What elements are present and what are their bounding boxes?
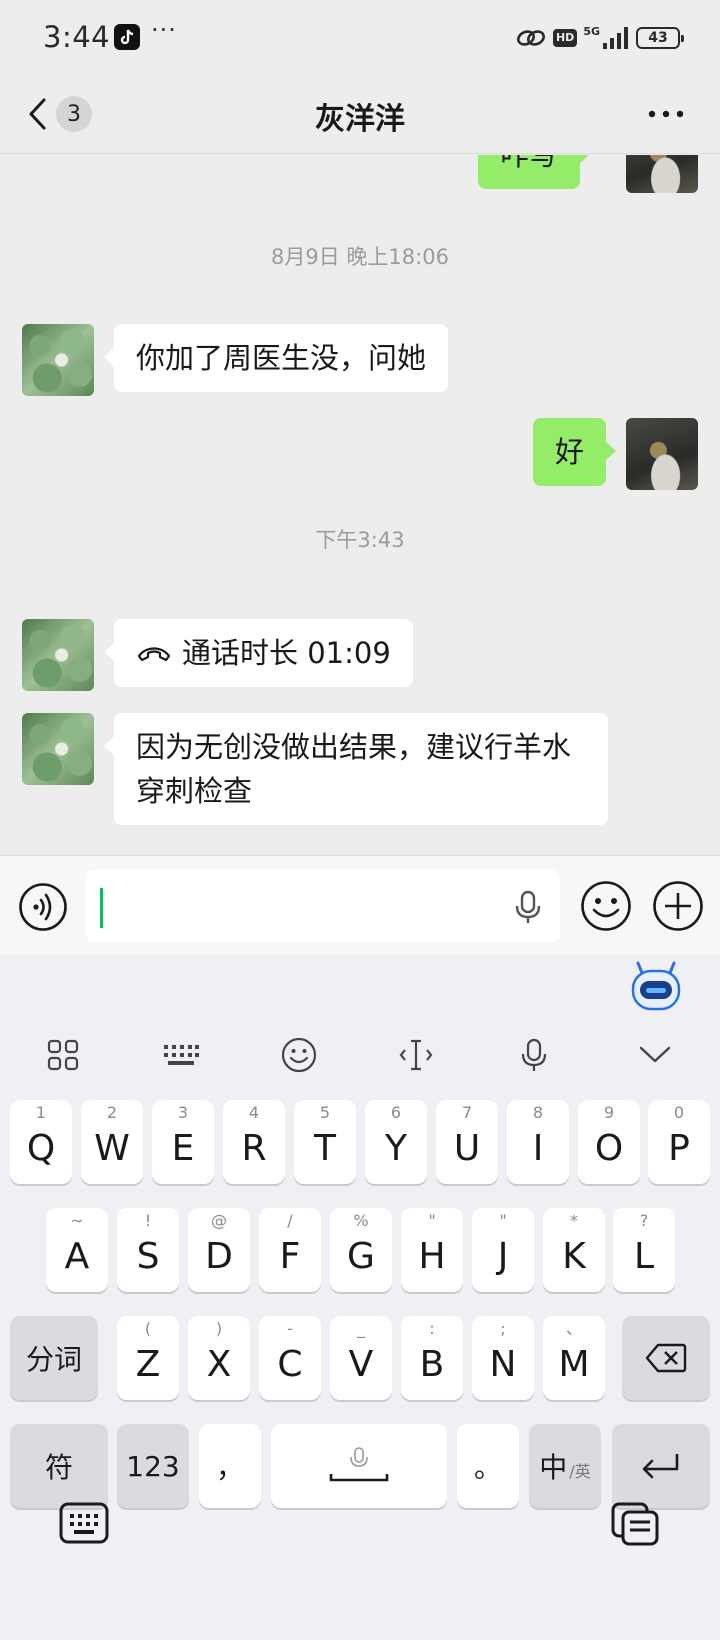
emoji-button[interactable] <box>580 880 632 932</box>
avatar-self[interactable] <box>626 155 698 193</box>
keyboard-voice-icon[interactable] <box>512 1033 556 1077</box>
language-switch-key[interactable]: 中/英 <box>529 1424 601 1508</box>
message-bubble-received[interactable]: 因为无创没做出结果，建议行羊水穿刺检查 <box>104 713 608 825</box>
keyboard-menu-icon[interactable] <box>41 1033 85 1077</box>
symbol-key[interactable]: 符 <box>10 1424 108 1508</box>
key-g[interactable]: % G <box>330 1208 392 1292</box>
message-input[interactable] <box>86 870 560 942</box>
key-y[interactable]: 6Y <box>365 1100 427 1184</box>
key-a[interactable]: ~ A <box>46 1208 108 1292</box>
cursor-move-icon[interactable] <box>394 1033 438 1077</box>
key-b[interactable]: :B <box>401 1316 463 1400</box>
link-icon <box>515 27 547 49</box>
microphone-icon[interactable] <box>514 890 542 924</box>
keyboard-toolbar <box>0 1025 720 1085</box>
key-r[interactable]: 4R <box>223 1100 285 1184</box>
more-dots-icon <box>648 110 684 118</box>
keyboard-layout-icon[interactable] <box>159 1033 203 1077</box>
keyboard-emoji-icon[interactable] <box>277 1033 321 1077</box>
message-bubble-sent[interactable]: 好 <box>532 418 617 486</box>
key-p[interactable]: 0P <box>648 1100 710 1184</box>
key-f[interactable]: / F <box>259 1208 321 1292</box>
message-timestamp: 下午3:43 <box>315 528 405 552</box>
key-x[interactable]: ) X <box>188 1316 250 1400</box>
key-h[interactable]: " H <box>401 1208 463 1292</box>
message-timestamp: 8月9日 晚上18:06 <box>271 245 449 269</box>
voice-mode-button[interactable] <box>18 882 68 932</box>
key-t[interactable]: 5T <box>294 1100 356 1184</box>
voice-waves-icon <box>19 883 67 931</box>
plus-icon <box>653 881 703 931</box>
message-bubble-sent[interactable]: 咋写 <box>477 155 591 189</box>
battery-icon: 43 <box>636 27 684 49</box>
key-m[interactable]: 、 M <box>543 1316 605 1400</box>
enter-key[interactable] <box>612 1424 710 1508</box>
key-i[interactable]: 8I <box>507 1100 569 1184</box>
key-v[interactable]: _ V <box>330 1316 392 1400</box>
backspace-icon <box>645 1343 687 1373</box>
input-bar <box>0 855 720 955</box>
backspace-key[interactable] <box>622 1316 710 1400</box>
phone-hangup-icon <box>136 643 172 663</box>
chat-header: 3 灰洋洋 <box>0 78 720 154</box>
key-k[interactable]: * K <box>543 1208 605 1292</box>
avatar-contact[interactable] <box>22 713 94 785</box>
key-w[interactable]: 2W <box>81 1100 143 1184</box>
message-bubble-received[interactable]: 你加了周医生没，问她 <box>103 324 449 392</box>
switch-keyboard-icon[interactable] <box>58 1500 110 1548</box>
avatar-self[interactable] <box>626 418 698 490</box>
key-u[interactable]: 7U <box>436 1100 498 1184</box>
avatar-contact[interactable] <box>22 619 94 691</box>
signal-icon <box>602 26 630 50</box>
soft-keyboard: 1Q 2W 3E 4R 5T 6Y 7U 8I 9O 0P ~ A ! S @ D /… <box>0 955 720 1640</box>
key-e[interactable]: 3E <box>152 1100 214 1184</box>
period-key[interactable]: 。 <box>457 1424 519 1508</box>
key-n[interactable]: ; N <box>472 1316 534 1400</box>
message-text: 你加了周医生没，问她 <box>136 341 427 375</box>
numeric-key[interactable]: 123 <box>117 1424 189 1508</box>
key-c[interactable]: -C <box>259 1316 321 1400</box>
space-key[interactable] <box>271 1424 447 1508</box>
key-j[interactable]: " J <box>472 1208 534 1292</box>
message-list[interactable]: 咋写 8月9日 晚上18:06 你加了周医生没，问她 好 下午3:43 通话时长… <box>0 155 720 855</box>
key-s[interactable]: ! S <box>117 1208 179 1292</box>
text-caret <box>100 888 103 928</box>
key-q[interactable]: 1Q <box>10 1100 72 1184</box>
status-bar: 3:44 ··· HD 5G 43 <box>0 0 720 78</box>
more-options-button[interactable] <box>642 94 690 134</box>
smiley-icon <box>581 881 631 931</box>
avatar-contact[interactable] <box>22 324 94 396</box>
collapse-keyboard-icon[interactable] <box>633 1033 677 1077</box>
message-text: 咋写 <box>499 155 558 172</box>
space-mic-icon <box>329 1447 389 1482</box>
key-l[interactable]: ? L <box>613 1208 675 1292</box>
status-indicators: HD 5G 43 <box>515 22 684 54</box>
message-text: 好 <box>554 435 584 469</box>
tiktok-notification-icon <box>114 24 140 50</box>
key-z[interactable]: (Z <box>117 1316 179 1400</box>
keyboard-assistant-icon[interactable] <box>630 961 682 1011</box>
status-more-icon: ··· <box>151 16 177 44</box>
clipboard-icon[interactable] <box>610 1500 662 1548</box>
enter-icon <box>642 1454 679 1479</box>
voice-call-record[interactable]: 通话时长 01:09 <box>104 619 413 687</box>
key-d[interactable]: @ D <box>188 1208 250 1292</box>
hd-badge: HD <box>552 29 578 47</box>
comma-key[interactable]: ， <box>199 1424 261 1508</box>
chat-title: 灰洋洋 <box>315 102 405 137</box>
key-o[interactable]: 9O <box>578 1100 640 1184</box>
network-type: 5G <box>583 24 600 38</box>
message-text: 因为无创没做出结果，建议行羊水穿刺检查 <box>136 730 572 808</box>
segment-key[interactable]: 分词 <box>10 1316 98 1400</box>
more-functions-button[interactable] <box>652 880 704 932</box>
status-time: 3:44 <box>43 20 111 54</box>
call-duration-label: 通话时长 01:09 <box>182 636 391 670</box>
